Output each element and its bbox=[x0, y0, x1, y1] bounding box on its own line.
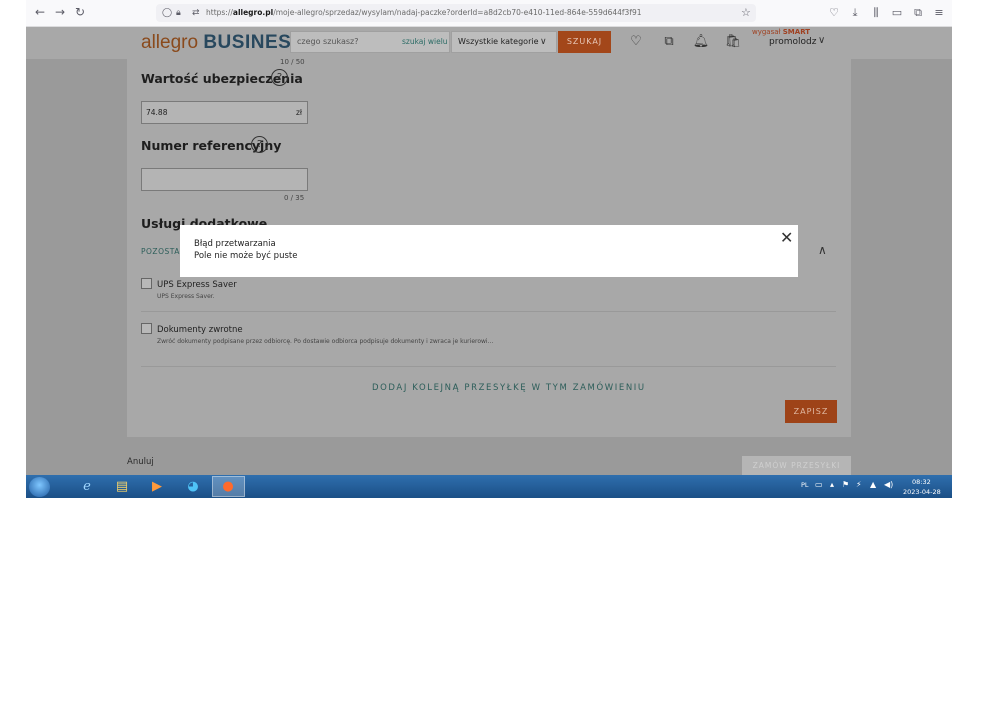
heart-icon[interactable]: ♡ bbox=[627, 33, 645, 51]
cancel-link[interactable]: Anuluj bbox=[127, 457, 154, 467]
reload-icon[interactable]: ↻ bbox=[72, 4, 88, 20]
error-dialog: Błąd przetwarzania Pole nie może być pus… bbox=[180, 225, 798, 277]
insurance-value-input[interactable]: 74.88 zł bbox=[141, 101, 308, 124]
help-icon[interactable]: ? bbox=[251, 136, 268, 153]
search-button[interactable]: SZUKAJ bbox=[558, 31, 611, 53]
downloads-icon[interactable]: ⤓ bbox=[847, 5, 863, 21]
service-description: UPS Express Saver. bbox=[157, 293, 215, 300]
return-documents-checkbox[interactable] bbox=[141, 323, 152, 334]
permissions-icon[interactable]: ⇄ bbox=[192, 6, 200, 20]
firefox-icon[interactable]: ● bbox=[217, 477, 239, 496]
username[interactable]: promolodz bbox=[769, 36, 816, 48]
library-icon[interactable]: ⫼ bbox=[868, 5, 884, 21]
error-message: Pole nie może być puste bbox=[194, 251, 298, 261]
divider bbox=[141, 366, 836, 367]
chrome-icon[interactable]: ◕ bbox=[182, 477, 204, 496]
tray-expand-icon[interactable]: ▴ bbox=[830, 480, 834, 489]
category-select[interactable]: Wszystkie kategorie ∨ bbox=[451, 31, 557, 53]
cart-icon[interactable]: 🛍︎ bbox=[724, 33, 742, 51]
service-description: Zwróć dokumenty podpisane przez odbiorcę… bbox=[157, 338, 494, 345]
flag-icon[interactable]: ⚑ bbox=[842, 480, 849, 489]
network-icon[interactable]: ▲ bbox=[870, 480, 876, 489]
bell-icon[interactable]: 🔔︎ bbox=[692, 33, 710, 51]
close-icon[interactable]: ✕ bbox=[780, 230, 793, 246]
search-many-link[interactable]: szukaj wielu bbox=[402, 32, 448, 52]
back-icon[interactable]: ← bbox=[32, 4, 48, 20]
error-title: Błąd przetwarzania bbox=[194, 239, 276, 249]
currency-label: zł bbox=[296, 108, 303, 117]
pocket-icon[interactable]: ♡ bbox=[826, 5, 842, 21]
service-name: Dokumenty zwrotne bbox=[157, 325, 243, 335]
volume-icon[interactable]: ◀) bbox=[884, 480, 893, 489]
media-player-icon[interactable]: ▶ bbox=[146, 477, 168, 496]
clock-time[interactable]: 08:32 bbox=[912, 478, 931, 486]
reference-number-input[interactable] bbox=[141, 168, 308, 191]
keyboard-icon[interactable]: ▭ bbox=[815, 480, 823, 489]
menu-icon[interactable]: ≡ bbox=[931, 5, 947, 21]
chevron-up-icon[interactable]: ∧ bbox=[818, 243, 827, 257]
power-icon[interactable]: ⚡ bbox=[856, 480, 862, 489]
file-explorer-icon[interactable]: ▤ bbox=[111, 477, 133, 496]
category-label: Wszystkie kategorie bbox=[458, 37, 539, 46]
help-icon[interactable]: ? bbox=[271, 69, 288, 86]
internet-explorer-icon[interactable]: e bbox=[76, 477, 98, 496]
messages-icon[interactable]: ⧉ bbox=[660, 33, 678, 51]
add-shipment-link[interactable]: DODAJ KOLEJNĄ PRZESYŁKĘ W TYM ZAMÓWIENIU bbox=[372, 383, 646, 393]
field-counter: 10 / 50 bbox=[280, 58, 305, 66]
sidebar-icon[interactable]: ▭ bbox=[889, 5, 905, 21]
language-indicator[interactable]: PL bbox=[801, 481, 809, 489]
url-text: https://allegro.pl/moje-allegro/sprzedaz… bbox=[206, 8, 642, 17]
divider bbox=[141, 311, 836, 312]
clock-date[interactable]: 2023-04-28 bbox=[903, 488, 941, 496]
order-shipments-button[interactable]: ZAMÓW PRZESYŁKI bbox=[742, 456, 851, 475]
extensions-icon[interactable]: ⧉ bbox=[910, 5, 926, 21]
reference-counter: 0 / 35 bbox=[284, 194, 305, 202]
lock-icon[interactable]: 🔒︎ bbox=[176, 6, 181, 20]
bookmark-star-icon[interactable]: ☆ bbox=[741, 6, 751, 20]
forward-icon[interactable]: → bbox=[52, 4, 68, 20]
service-name: UPS Express Saver bbox=[157, 280, 237, 290]
save-button[interactable]: ZAPISZ bbox=[785, 400, 837, 423]
address-bar[interactable]: ◯ 🔒︎ ⇄ https://allegro.pl/moje-allegro/s… bbox=[156, 4, 756, 22]
search-placeholder: czego szukasz? bbox=[297, 37, 359, 46]
allegro-business-logo[interactable]: allegro BUSINESS bbox=[141, 32, 304, 54]
chevron-down-icon: ∨ bbox=[540, 37, 547, 47]
search-input[interactable]: czego szukasz? szukaj wielu bbox=[290, 31, 450, 53]
ups-express-saver-checkbox[interactable] bbox=[141, 278, 152, 289]
insurance-value: 74.88 bbox=[146, 108, 168, 117]
chevron-down-icon[interactable]: ∨ bbox=[818, 35, 825, 46]
shield-icon[interactable]: ◯ bbox=[162, 6, 172, 20]
start-button[interactable] bbox=[29, 477, 50, 497]
